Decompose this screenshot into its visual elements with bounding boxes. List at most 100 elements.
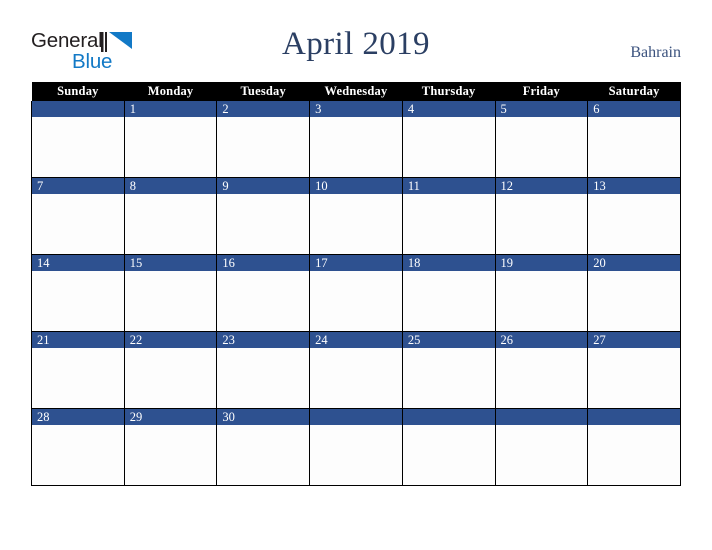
calendar-day-body[interactable]: [495, 194, 588, 254]
calendar-day-body[interactable]: [217, 271, 310, 331]
calendar-week-row: 14 15 16 17 18 19 20: [31, 254, 681, 332]
calendar-day-body[interactable]: [32, 271, 124, 331]
weekday-header-wednesday: Wednesday: [309, 82, 403, 101]
calendar-day-number: 8: [124, 178, 217, 194]
calendar-day-body[interactable]: [495, 271, 588, 331]
calendar-day-cell[interactable]: 1: [123, 101, 218, 178]
calendar-day-body[interactable]: [124, 194, 217, 254]
calendar-week-row: 7 8 9 10 11 12 13: [31, 177, 681, 255]
page-title: April 2019: [282, 26, 430, 62]
calendar-day-body[interactable]: [495, 117, 588, 177]
calendar-day-number: 17: [310, 255, 402, 271]
calendar-day-number: 25: [402, 332, 495, 348]
calendar-day-number: 21: [32, 332, 124, 348]
calendar-day-cell[interactable]: [31, 101, 125, 178]
calendar-day-body[interactable]: [588, 194, 680, 254]
calendar-day-cell[interactable]: 9: [216, 177, 311, 255]
calendar-day-cell[interactable]: [309, 408, 403, 486]
calendar-day-body[interactable]: [310, 194, 402, 254]
calendar-day-body[interactable]: [32, 348, 124, 408]
calendar-day-number: 11: [402, 178, 495, 194]
calendar-day-body[interactable]: [32, 425, 124, 485]
calendar-day-cell[interactable]: 12: [494, 177, 589, 255]
calendar-day-body[interactable]: [310, 348, 402, 408]
calendar-day-cell[interactable]: 10: [309, 177, 403, 255]
calendar-day-body[interactable]: [495, 348, 588, 408]
calendar-day-body[interactable]: [402, 348, 495, 408]
calendar-day-cell[interactable]: 18: [401, 254, 496, 332]
calendar-day-body[interactable]: [217, 425, 310, 485]
country-label: Bahrain: [630, 44, 681, 61]
calendar-day-cell[interactable]: 20: [587, 254, 681, 332]
calendar-day-number: 26: [495, 332, 588, 348]
calendar-day-body[interactable]: [588, 271, 680, 331]
calendar-day-body[interactable]: [310, 117, 402, 177]
calendar-day-cell[interactable]: 29: [123, 408, 218, 486]
page-header: General Blue April 2019 Bahrain: [0, 0, 712, 82]
calendar-day-cell[interactable]: 16: [216, 254, 311, 332]
calendar-day-number: 7: [32, 178, 124, 194]
calendar-day-cell[interactable]: 21: [31, 331, 125, 409]
calendar-day-number: 24: [310, 332, 402, 348]
calendar-day-number: 29: [124, 409, 217, 425]
calendar-day-cell[interactable]: 27: [587, 331, 681, 409]
calendar-day-cell[interactable]: 2: [216, 101, 311, 178]
calendar-day-cell[interactable]: 25: [401, 331, 496, 409]
calendar-day-body[interactable]: [217, 194, 310, 254]
calendar-day-body[interactable]: [32, 194, 124, 254]
calendar-day-body[interactable]: [32, 117, 124, 177]
weekday-header-saturday: Saturday: [587, 82, 681, 101]
calendar-grid: Sunday Monday Tuesday Wednesday Thursday…: [31, 82, 681, 486]
calendar-day-cell[interactable]: [587, 408, 681, 486]
calendar-day-cell[interactable]: 4: [401, 101, 496, 178]
calendar-day-number: 4: [402, 101, 495, 117]
calendar-day-number: 6: [588, 101, 680, 117]
calendar-day-cell[interactable]: 6: [587, 101, 681, 178]
calendar-week-row: 21 22 23 24 25 26 27: [31, 331, 681, 409]
calendar-day-cell[interactable]: 7: [31, 177, 125, 255]
calendar-day-cell[interactable]: 23: [216, 331, 311, 409]
calendar-day-cell[interactable]: 28: [31, 408, 125, 486]
calendar-day-cell[interactable]: 5: [494, 101, 589, 178]
calendar-day-cell[interactable]: 13: [587, 177, 681, 255]
calendar-day-body[interactable]: [588, 117, 680, 177]
calendar-day-number: 30: [217, 409, 310, 425]
calendar-day-number: 13: [588, 178, 680, 194]
calendar-day-number: 9: [217, 178, 310, 194]
calendar-day-cell[interactable]: 17: [309, 254, 403, 332]
calendar-day-body[interactable]: [310, 271, 402, 331]
calendar-day-cell[interactable]: [494, 408, 589, 486]
calendar-day-number: [588, 409, 680, 425]
calendar-day-cell[interactable]: 26: [494, 331, 589, 409]
calendar-day-cell[interactable]: 19: [494, 254, 589, 332]
calendar-day-cell[interactable]: 15: [123, 254, 218, 332]
calendar-day-body[interactable]: [402, 271, 495, 331]
calendar-day-body[interactable]: [588, 425, 680, 485]
calendar-day-body[interactable]: [588, 348, 680, 408]
calendar-day-cell[interactable]: 22: [123, 331, 218, 409]
calendar-day-cell[interactable]: 14: [31, 254, 125, 332]
calendar-day-cell[interactable]: 24: [309, 331, 403, 409]
weekday-header-monday: Monday: [124, 82, 217, 101]
calendar-day-body[interactable]: [124, 117, 217, 177]
calendar-day-number: 5: [495, 101, 588, 117]
calendar-day-cell[interactable]: 3: [309, 101, 403, 178]
calendar-day-cell[interactable]: 30: [216, 408, 311, 486]
calendar-day-body[interactable]: [402, 194, 495, 254]
calendar-day-cell[interactable]: 8: [123, 177, 218, 255]
calendar-day-number: 14: [32, 255, 124, 271]
calendar-day-body[interactable]: [124, 348, 217, 408]
calendar-day-body[interactable]: [124, 425, 217, 485]
calendar-day-number: 12: [495, 178, 588, 194]
calendar-day-body[interactable]: [310, 425, 402, 485]
calendar-day-body[interactable]: [402, 117, 495, 177]
calendar-day-body[interactable]: [217, 348, 310, 408]
calendar-day-body[interactable]: [402, 425, 495, 485]
calendar-day-body[interactable]: [217, 117, 310, 177]
calendar-day-cell[interactable]: 11: [401, 177, 496, 255]
calendar-day-number: [495, 409, 588, 425]
calendar-day-body[interactable]: [495, 425, 588, 485]
weekday-header-tuesday: Tuesday: [216, 82, 310, 101]
calendar-day-body[interactable]: [124, 271, 217, 331]
calendar-day-cell[interactable]: [401, 408, 496, 486]
